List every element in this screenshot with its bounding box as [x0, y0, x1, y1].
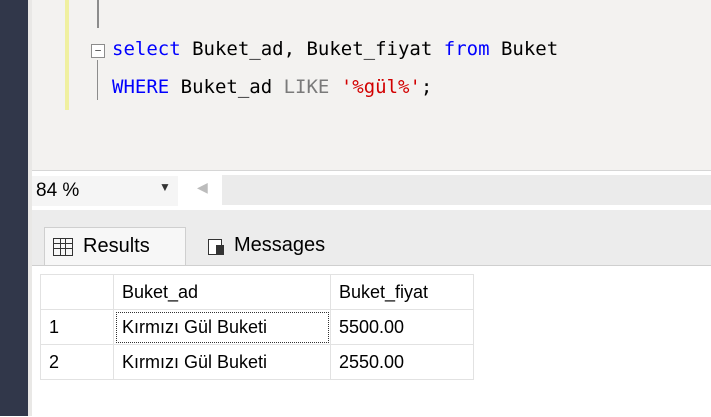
keyword-like: LIKE [283, 76, 330, 98]
keyword-where: WHERE [112, 76, 170, 98]
zoom-value: 84 % [36, 180, 80, 201]
table-name: Buket [489, 38, 559, 60]
results-table: Buket_ad Buket_fiyat 1 Kırmızı Gül Buket… [40, 274, 474, 380]
cell-buket-fiyat[interactable]: 2550.00 [330, 344, 474, 380]
where-column: Buket_ad [169, 76, 284, 98]
table-row[interactable]: 1 Kırmızı Gül Buketi 5500.00 [40, 309, 474, 345]
tab-messages-label: Messages [234, 234, 326, 256]
grid-icon [53, 237, 73, 256]
zoom-bar: 84 % ▼ ◀ [32, 170, 711, 211]
semicolon: ; [420, 76, 433, 98]
zoom-dropdown[interactable]: 84 % ▼ [32, 176, 178, 206]
code-line-1[interactable]: select Buket_ad, Buket_fiyat from Buket [112, 38, 558, 60]
cell-buket-ad[interactable]: Kırmızı Gül Buketi [113, 309, 331, 345]
table-row[interactable]: 2 Kırmızı Gül Buketi 2550.00 [40, 344, 474, 380]
keyword-select: select [112, 38, 181, 60]
like-pattern: '%gül%' [340, 76, 421, 98]
tab-messages[interactable]: Messages [200, 227, 380, 264]
horizontal-scrollbar[interactable] [222, 175, 711, 205]
column-header-buket-fiyat[interactable]: Buket_fiyat [330, 274, 474, 310]
messages-icon [208, 237, 224, 255]
collapse-icon[interactable]: − [91, 44, 105, 58]
cell-buket-ad[interactable]: Kırmızı Gül Buketi [113, 344, 331, 380]
cell-buket-fiyat[interactable]: 5500.00 [330, 309, 474, 345]
corner-cell[interactable] [40, 274, 114, 310]
select-columns: Buket_ad, Buket_fiyat [180, 38, 444, 60]
row-number[interactable]: 1 [40, 309, 114, 345]
tab-results[interactable]: Results [44, 227, 186, 265]
left-rail [0, 0, 28, 416]
change-margin [65, 0, 69, 110]
row-number[interactable]: 2 [40, 344, 114, 380]
result-tabs: Results Messages [32, 210, 711, 265]
chevron-down-icon[interactable]: ▼ [159, 180, 171, 194]
column-header-buket-ad[interactable]: Buket_ad [113, 274, 331, 310]
results-grid[interactable]: Buket_ad Buket_fiyat 1 Kırmızı Gül Buket… [32, 265, 711, 417]
keyword-from: from [443, 38, 490, 60]
fold-guide [97, 60, 98, 100]
scroll-left-icon[interactable]: ◀ [197, 179, 208, 196]
header-row: Buket_ad Buket_fiyat [40, 274, 474, 310]
code-line-2[interactable]: WHERE Buket_ad LIKE '%gül%'; [112, 76, 432, 98]
tab-results-label: Results [83, 235, 150, 257]
query-editor[interactable]: − select Buket_ad, Buket_fiyat from Buke… [0, 0, 711, 170]
text-cursor [97, 0, 99, 28]
